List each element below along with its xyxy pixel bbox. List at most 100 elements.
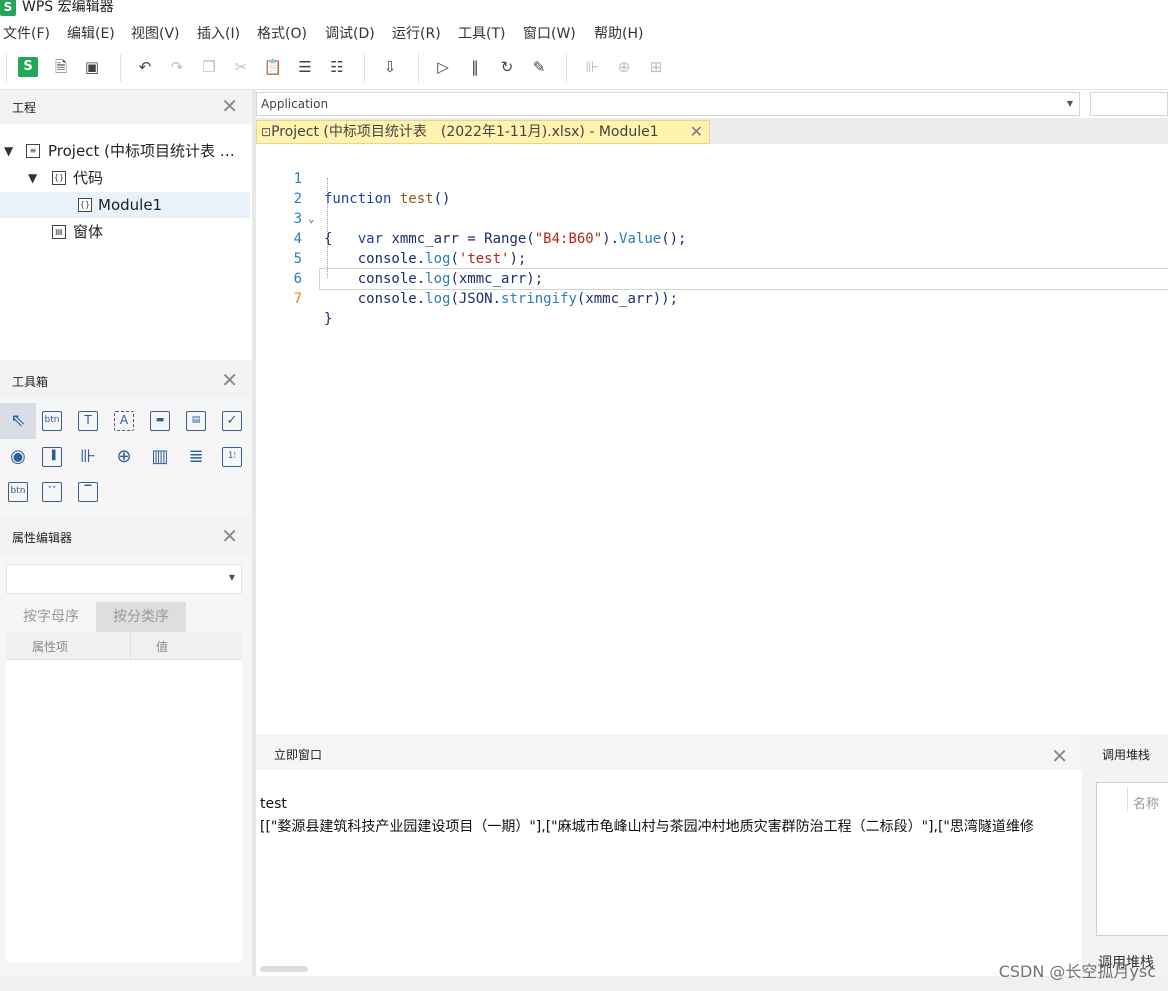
tree-item-code[interactable]: ▼ {} 代码 — [0, 165, 250, 191]
distribute-icon[interactable]: ⊞ — [645, 56, 667, 78]
checkbox-tool[interactable]: ✓ — [214, 403, 250, 439]
menu-file[interactable]: 文件(F) — [3, 23, 50, 43]
ref-edit-tool[interactable]: ˅˅ — [34, 474, 70, 510]
tabstrip-tool[interactable]: ≣ — [178, 439, 214, 475]
cut-icon[interactable]: ✂ — [230, 56, 252, 78]
code-folder-icon: {} — [52, 171, 66, 185]
code-line[interactable]: 7 } — [256, 269, 1168, 327]
label-tool[interactable]: A — [106, 403, 142, 439]
uncomment-icon[interactable]: ☷ — [326, 56, 348, 78]
chevron-down-icon[interactable]: ▼ — [28, 165, 37, 191]
toggle-button-tool[interactable]: btn — [0, 474, 36, 510]
menu-insert[interactable]: 插入(I) — [197, 23, 240, 43]
menu-edit[interactable]: 编辑(E) — [67, 23, 115, 43]
tree-item-label: 代码 — [73, 169, 104, 187]
run-icon[interactable]: ▷ — [432, 56, 454, 78]
code-line[interactable]: 3 var xmmc_arr = Range("B4:B60").Value()… — [256, 189, 1168, 247]
wps-macro-editor: S WPS 宏编辑器 文件(F) 编辑(E) 视图(V) 插入(I) 格式(O)… — [0, 0, 1168, 991]
callstack-panel: 调用堆栈 名称 调用堆栈 — [1084, 738, 1168, 976]
toolbar-separator — [6, 54, 7, 82]
textbox-tool[interactable]: T — [70, 403, 106, 439]
chevron-down-icon[interactable]: ▼ — [4, 138, 13, 164]
code-line[interactable]: 1 function test() — [256, 149, 1168, 207]
align-center-icon[interactable]: ⊕ — [613, 56, 635, 78]
checkbox-icon: ✓ — [222, 411, 242, 431]
watermark: CSDN @长空孤月ysc — [998, 962, 1156, 981]
textbox-icon: T — [78, 411, 98, 431]
userform-tool[interactable]: ▔ — [70, 474, 106, 510]
tab-categorized[interactable]: 按分类序 — [96, 602, 186, 632]
save-icon[interactable]: ▣ — [81, 56, 103, 78]
comment-icon[interactable]: ☰ — [294, 56, 316, 78]
pointer-icon: ⇖ — [10, 411, 26, 431]
tree-item-project[interactable]: ▼ ≡ Project (中标项目统计表 … — [0, 138, 250, 164]
toolbox-panel: 工具箱 ✕ ⇖ btn T A ▬ ▤ ✓ ◉ ▐ ⊪ ⊕ ▥ ≣ 1⁝ btn… — [0, 364, 252, 518]
column-divider — [130, 632, 131, 660]
chevron-down-icon: ▼ — [1066, 99, 1073, 108]
menu-tools[interactable]: 工具(T) — [458, 23, 505, 43]
combobox-tool[interactable]: ▤ — [178, 403, 214, 439]
tree-item-module1[interactable]: {} Module1 — [0, 192, 250, 218]
menu-debug[interactable]: 调试(D) — [325, 23, 375, 43]
import-icon[interactable]: ⇩ — [379, 56, 401, 78]
output-line: test — [260, 796, 287, 812]
code-line[interactable]: 4 console.log('test'); — [256, 209, 1168, 267]
align-left-icon[interactable]: ⊪ — [581, 56, 603, 78]
scrollbar-tool[interactable]: ⊕ — [106, 439, 142, 475]
new-file-icon[interactable]: 🗎 — [50, 56, 72, 78]
spin-button-tool[interactable]: ⊪ — [70, 439, 106, 475]
menu-run[interactable]: 运行(R) — [392, 23, 441, 43]
menu-format[interactable]: 格式(O) — [257, 23, 307, 43]
copy-icon[interactable]: ❐ — [198, 56, 220, 78]
title-bar: S WPS 宏编辑器 — [0, 0, 1168, 18]
callstack-list[interactable]: 名称 — [1096, 782, 1168, 936]
menu-help[interactable]: 帮助(H) — [594, 23, 643, 43]
tree-item-forms[interactable]: ▤ 窗体 — [0, 219, 250, 245]
pointer-tool[interactable]: ⇖ — [0, 403, 36, 439]
redo-icon[interactable]: ↷ — [166, 56, 188, 78]
output-line: [["婺源县建筑科技产业园建设项目（一期）"],["麻城市龟峰山村与茶园冲村地质… — [260, 819, 1034, 835]
scrollbar-icon: ⊕ — [116, 447, 132, 467]
tab-module1[interactable]: ⊡Project (中标项目统计表 (2022年1-11月).xlsx) - M… — [256, 120, 710, 144]
listbox-tool[interactable]: ▐ — [34, 439, 70, 475]
property-grid[interactable] — [6, 660, 242, 962]
design-mode-icon[interactable]: ✎ — [528, 56, 550, 78]
close-icon[interactable]: ✕ — [221, 370, 238, 390]
command-button-tool[interactable]: btn — [34, 403, 70, 439]
undo-icon[interactable]: ↶ — [134, 56, 156, 78]
pause-icon[interactable]: ‖ — [464, 56, 486, 78]
tree-item-label: Project (中标项目统计表 … — [48, 142, 235, 160]
procedure-select[interactable] — [1090, 92, 1168, 116]
immediate-window[interactable]: 立即窗口 ✕ test [["婺源县建筑科技产业园建设项目（一期）"],["麻城… — [256, 738, 1082, 976]
multipage-tool[interactable]: 1⁝ — [214, 439, 250, 475]
object-dropdown[interactable]: ▼ — [6, 564, 242, 594]
editor-tabstrip: ⊡Project (中标项目统计表 (2022年1-11月).xlsx) - M… — [256, 118, 1168, 144]
code-line[interactable]: 2 ⌄ { — [256, 169, 1168, 247]
image-tool[interactable]: ▥ — [142, 439, 178, 475]
close-icon[interactable]: ✕ — [1051, 744, 1068, 768]
chevron-down-icon: ▼ — [228, 573, 235, 582]
object-select[interactable]: Application ▼ — [256, 92, 1080, 116]
horizontal-scrollbar[interactable] — [260, 966, 308, 972]
tab-alphabetic[interactable]: 按字母序 — [6, 602, 96, 632]
tree-item-label: 窗体 — [73, 223, 104, 241]
paste-icon[interactable]: 📋 — [262, 56, 284, 78]
spin-icon: ⊪ — [80, 447, 96, 467]
frame-tool[interactable]: ▬ — [142, 403, 178, 439]
project-panel: 工程 ✕ ▼ ≡ Project (中标项目统计表 … ▼ {} 代码 {} M… — [0, 90, 252, 360]
wps-s-icon[interactable]: S — [18, 57, 38, 77]
code-line[interactable]: 6 console.log(JSON.stringify(xmmc_arr)); — [256, 249, 1168, 307]
close-icon[interactable]: ✕ — [690, 121, 703, 143]
close-icon[interactable]: ✕ — [221, 96, 238, 116]
immediate-window-title: 立即窗口 — [274, 748, 323, 762]
ref-edit-icon: ˅˅ — [42, 482, 62, 502]
menu-view[interactable]: 视图(V) — [131, 23, 180, 43]
reset-icon[interactable]: ↻ — [496, 56, 518, 78]
option-button-tool[interactable]: ◉ — [0, 439, 36, 475]
toolbar-separator — [364, 54, 365, 82]
combobox-icon: ▤ — [186, 411, 206, 431]
menu-window[interactable]: 窗口(W) — [523, 23, 576, 43]
code-line[interactable]: 5 console.log(xmmc_arr); — [256, 229, 1168, 287]
toolbox-panel-header: 工具箱 ✕ — [0, 364, 252, 398]
close-icon[interactable]: ✕ — [221, 526, 238, 546]
